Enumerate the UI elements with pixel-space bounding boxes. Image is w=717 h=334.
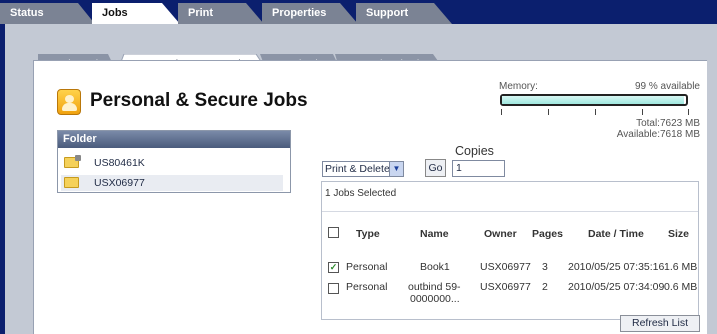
top-navigation-bar: Status Jobs Print Properties Support xyxy=(0,0,717,24)
secure-user-icon xyxy=(57,89,81,115)
memory-tick xyxy=(595,109,596,115)
job-pages: 3 xyxy=(542,261,548,273)
job-owner: USX06977 xyxy=(480,261,531,273)
memory-tick xyxy=(548,109,549,115)
memory-tick xyxy=(642,109,643,115)
divider xyxy=(322,211,698,212)
jobs-selected-count: 1 Jobs Selected xyxy=(325,188,397,199)
job-name-line2: 0000000... xyxy=(410,293,460,305)
refresh-list-button[interactable]: Refresh List xyxy=(620,315,700,332)
column-header-datetime[interactable]: Date / Time xyxy=(588,228,644,240)
page-title: Personal & Secure Jobs xyxy=(90,90,308,111)
top-tab-print[interactable]: Print xyxy=(178,3,264,24)
action-select[interactable]: Print & Delete ▼ xyxy=(322,161,404,177)
job-name: Book1 xyxy=(420,261,450,273)
memory-bar xyxy=(500,94,688,106)
job-size: 0.6 MB xyxy=(664,281,698,293)
job-type: Personal xyxy=(346,261,388,273)
top-tab-support[interactable]: Support xyxy=(356,3,452,24)
job-datetime: 2010/05/25 07:35:16 xyxy=(568,261,665,273)
memory-total: Total:7623 MB xyxy=(636,118,700,129)
column-header-pages[interactable]: Pages xyxy=(532,228,563,240)
folder-item-us80461k[interactable]: US80461K xyxy=(61,155,283,171)
action-select-value: Print & Delete xyxy=(325,163,390,175)
column-header-owner[interactable]: Owner xyxy=(484,228,517,240)
job-owner: USX06977 xyxy=(480,281,531,293)
folder-header: Folder xyxy=(58,131,290,148)
top-tab-properties[interactable]: Properties xyxy=(262,3,358,24)
memory-tick xyxy=(501,109,502,115)
job-type: Personal xyxy=(346,281,388,293)
column-header-size[interactable]: Size xyxy=(668,228,689,240)
jobs-table: 1 Jobs Selected Type Name Owner Pages Da… xyxy=(321,181,699,320)
job-name-line1: outbind 59- xyxy=(408,281,461,293)
memory-label: Memory: xyxy=(499,81,538,92)
copies-label: Copies xyxy=(455,144,494,158)
folder-item-usx06977[interactable]: USX06977 xyxy=(61,175,283,191)
column-header-type[interactable]: Type xyxy=(356,228,380,240)
memory-fill xyxy=(502,96,685,104)
top-tab-jobs[interactable]: Jobs xyxy=(92,3,180,24)
job-size: 1.6 MB xyxy=(664,261,698,273)
memory-tick xyxy=(688,109,689,115)
job-datetime: 2010/05/25 07:34:09 xyxy=(568,281,665,293)
row-checkbox[interactable] xyxy=(328,283,339,294)
select-all-checkbox[interactable] xyxy=(328,227,339,238)
locked-folder-icon xyxy=(64,155,81,168)
copies-input[interactable]: 1 xyxy=(452,160,505,177)
chevron-down-icon[interactable]: ▼ xyxy=(389,162,403,176)
job-pages: 2 xyxy=(542,281,548,293)
folder-icon xyxy=(64,177,79,188)
top-tab-status[interactable]: Status xyxy=(0,3,95,24)
memory-available: Available:7618 MB xyxy=(616,129,700,140)
memory-available-percent: 99 % available xyxy=(634,81,700,92)
column-header-name[interactable]: Name xyxy=(420,228,449,240)
row-checkbox-checked[interactable]: ✓ xyxy=(328,262,339,273)
go-button[interactable]: Go xyxy=(425,159,446,177)
